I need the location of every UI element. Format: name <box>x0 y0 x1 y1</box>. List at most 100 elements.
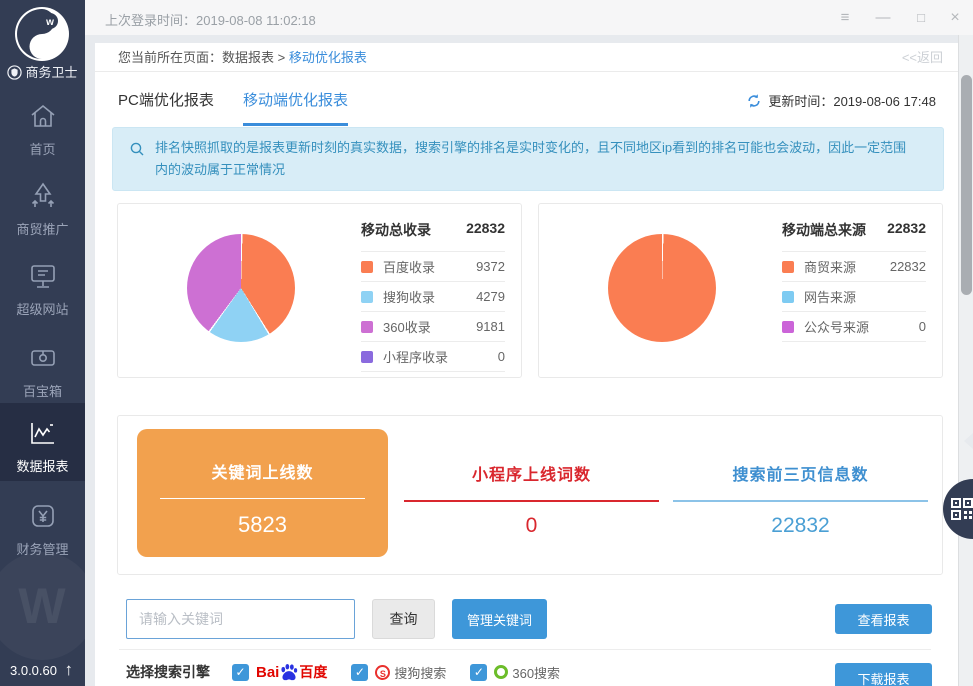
sidebar-item-home[interactable]: 首页 <box>0 100 85 158</box>
stat-divider <box>673 500 928 502</box>
brand-name: 商务卫士 <box>25 65 77 80</box>
360-name: 360搜索 <box>512 663 560 682</box>
legend-title-row: 移动总收录 22832 <box>361 220 505 252</box>
stat-keywords-online: 关键词上线数 5823 <box>137 429 388 557</box>
legend-row: 公众号来源 0 <box>782 312 926 342</box>
tab-mobile-report[interactable]: 移动端优化报表 <box>243 89 348 126</box>
breadcrumb-prefix: 您当前所在页面：数据报表 > <box>118 50 289 65</box>
active-item-pointer <box>964 433 973 449</box>
stat-label: 搜索前三页信息数 <box>673 461 928 485</box>
app-logo: w <box>14 6 70 67</box>
legend-label: 360收录 <box>383 317 431 336</box>
close-icon[interactable]: × <box>943 7 967 29</box>
legend-label: 搜狗收录 <box>383 287 435 306</box>
checkbox-baidu[interactable]: ✓ <box>232 664 249 681</box>
legend-row: 360收录 9181 <box>361 312 505 342</box>
360-logo-icon <box>494 665 508 679</box>
chart-icon <box>27 417 59 449</box>
legend-value: 22832 <box>890 259 926 274</box>
stat-value: 22832 <box>673 514 928 538</box>
update-arrow-icon[interactable]: ↑ <box>65 660 74 680</box>
notice-banner: 排名快照抓取的是报表更新时刻的真实数据，搜索引擎的排名是实时变化的，且不同地区i… <box>112 127 944 191</box>
legend-title: 移动总收录 <box>361 220 431 240</box>
scrollbar-track[interactable] <box>958 35 973 686</box>
menu-icon[interactable]: ≡ <box>833 7 857 29</box>
version-text: 3.0.0.60 <box>10 663 57 678</box>
sidebar-item-label: 百宝箱 <box>23 384 62 399</box>
sidebar-item-finance[interactable]: 财务管理 <box>0 500 85 558</box>
svg-text:w: w <box>45 17 54 28</box>
baidu-paw-icon <box>279 663 299 681</box>
stat-divider <box>160 498 365 499</box>
swatch-trade-source <box>782 261 794 273</box>
pie-card-sources: 移动端总来源 22832 商贸来源 22832 网告来源 公众号来源 0 <box>538 203 943 378</box>
checkbox-sogou[interactable]: ✓ <box>351 664 368 681</box>
update-time-text: 更新时间：2019-08-06 17:48 <box>768 94 936 109</box>
legend-inclusion: 移动总收录 22832 百度收录 9372 搜狗收录 4279 360收录 91… <box>361 220 505 372</box>
stat-label: 小程序上线词数 <box>404 461 659 485</box>
legend-row: 网告来源 <box>782 282 926 312</box>
breadcrumb: 您当前所在页面：数据报表 > 移动优化报表 <<返回 <box>95 43 958 72</box>
manage-keywords-button[interactable]: 管理关键词 <box>452 599 547 639</box>
legend-total: 22832 <box>887 220 926 240</box>
sidebar-item-toolbox[interactable]: 百宝箱 <box>0 342 85 400</box>
search-engine-row: 选择搜索引擎 ✓ Bai 百度 ✓ S 搜狗搜索 ✓ 360搜索 <box>126 657 584 686</box>
qr-code-icon <box>950 497 973 521</box>
download-report-button[interactable]: 下载报表 <box>835 663 932 686</box>
engine-row-label: 选择搜索引擎 <box>126 662 210 682</box>
sogou-logo-icon: S <box>375 665 390 680</box>
last-login-text: 上次登录时间：2019-08-08 11:02:18 <box>105 10 316 29</box>
engine-sogou[interactable]: ✓ S 搜狗搜索 <box>351 663 446 682</box>
breadcrumb-current[interactable]: 移动优化报表 <box>289 50 367 65</box>
swatch-360 <box>361 321 373 333</box>
engine-360[interactable]: ✓ 360搜索 <box>470 663 560 682</box>
legend-value: 4279 <box>476 289 505 304</box>
stat-miniprogram-words: 小程序上线词数 0 <box>404 429 659 557</box>
refresh-icon[interactable] <box>746 93 762 109</box>
pie-chart-inclusion <box>187 234 295 342</box>
notice-text: 排名快照抓取的是报表更新时刻的真实数据，搜索引擎的排名是实时变化的，且不同地区i… <box>155 140 906 177</box>
sidebar-item-label: 超级网站 <box>16 302 68 317</box>
legend-value: 0 <box>919 319 926 334</box>
keyword-input[interactable] <box>126 599 355 639</box>
pie-card-inclusion: 移动总收录 22832 百度收录 9372 搜狗收录 4279 360收录 91… <box>117 203 522 378</box>
legend-row: 商贸来源 22832 <box>782 252 926 282</box>
tab-pc-report[interactable]: PC端优化报表 <box>118 89 214 110</box>
shield-badge-icon <box>7 65 22 80</box>
promotion-arrows-icon <box>27 180 59 212</box>
minimize-icon[interactable]: — <box>871 7 895 29</box>
finance-yuan-icon <box>27 500 59 532</box>
legend-label: 商贸来源 <box>804 257 856 276</box>
stats-card: 关键词上线数 5823 小程序上线词数 0 搜索前三页信息数 22832 <box>117 415 943 575</box>
sidebar: w 商务卫士 首页 商贸推广 超级网站 <box>0 0 85 686</box>
maximize-icon[interactable]: □ <box>909 7 933 29</box>
search-magnifier-icon <box>129 141 145 157</box>
sogou-name: 搜狗搜索 <box>394 663 446 682</box>
sidebar-item-website[interactable]: 超级网站 <box>0 260 85 318</box>
stat-top3-pages: 搜索前三页信息数 22832 <box>673 429 928 557</box>
engine-baidu[interactable]: ✓ Bai 百度 <box>232 662 327 682</box>
monitor-icon <box>27 260 59 292</box>
pie-chart-sources <box>608 234 716 342</box>
swatch-web-source <box>782 291 794 303</box>
legend-row: 搜狗收录 4279 <box>361 282 505 312</box>
legend-value: 0 <box>498 349 505 364</box>
sidebar-item-data-report[interactable]: 数据报表 <box>0 403 85 481</box>
view-report-button[interactable]: 查看报表 <box>835 604 932 634</box>
back-link[interactable]: <<返回 <box>902 43 943 72</box>
title-bar: 上次登录时间：2019-08-08 11:02:18 ≡ — □ × <box>85 0 973 35</box>
legend-value: 9372 <box>476 259 505 274</box>
stat-value: 5823 <box>137 512 388 538</box>
toolbox-icon <box>27 342 59 374</box>
sidebar-item-promotion[interactable]: 商贸推广 <box>0 180 85 238</box>
checkbox-360[interactable]: ✓ <box>470 664 487 681</box>
query-button[interactable]: 查询 <box>372 599 435 639</box>
swatch-sogou <box>361 291 373 303</box>
scrollbar-thumb[interactable] <box>961 75 972 295</box>
home-icon <box>27 100 59 132</box>
swatch-miniprogram <box>361 351 373 363</box>
legend-sources: 移动端总来源 22832 商贸来源 22832 网告来源 公众号来源 0 <box>782 220 926 342</box>
update-time-row: 更新时间：2019-08-06 17:48 <box>746 91 936 110</box>
legend-label: 公众号来源 <box>804 317 869 336</box>
legend-label: 小程序收录 <box>383 347 448 366</box>
